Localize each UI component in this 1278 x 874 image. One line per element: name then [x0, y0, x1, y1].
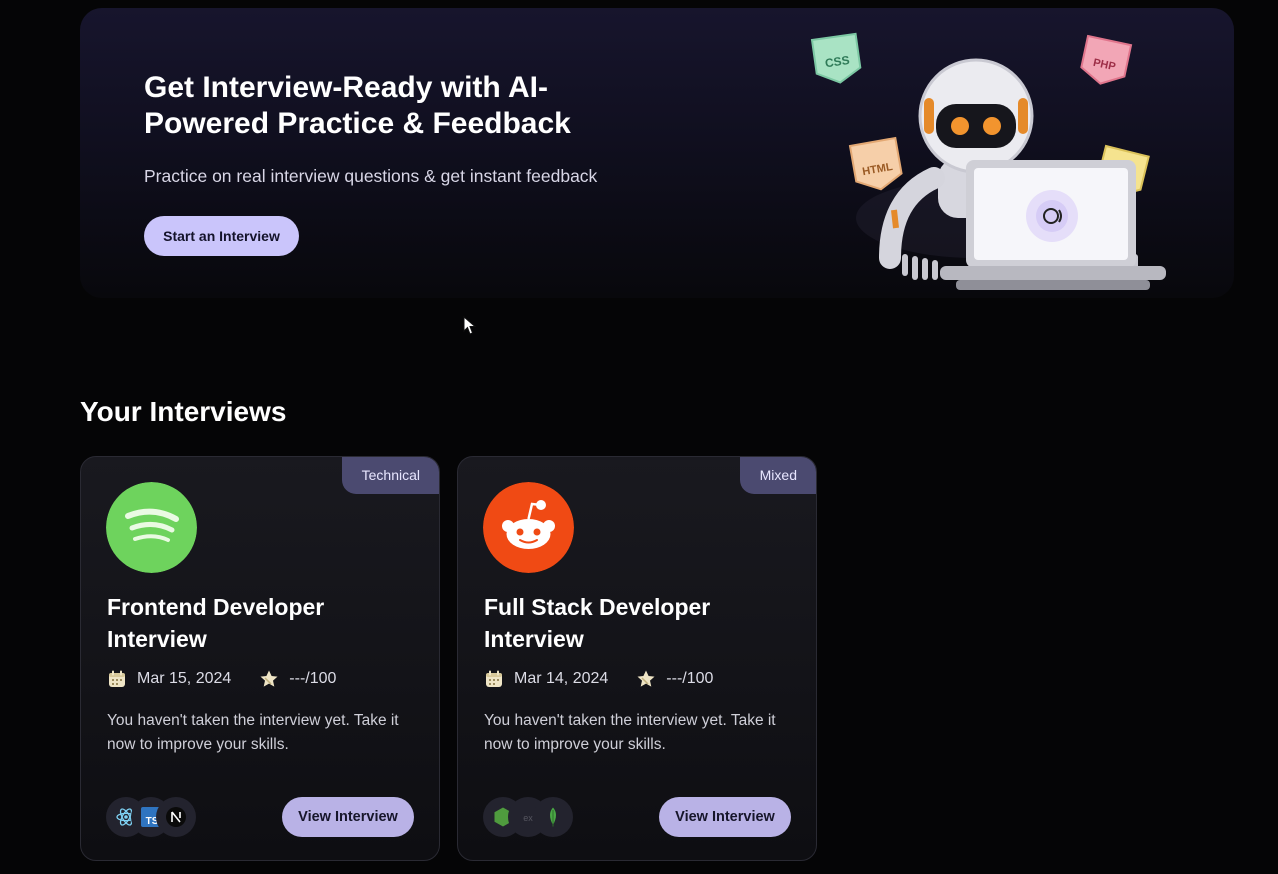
robot-illustration: CSS PHP HTML JS — [810, 32, 1166, 290]
interview-meta: Mar 14, 2024 ---/100 — [484, 667, 713, 691]
interview-date: Mar 15, 2024 — [137, 670, 232, 687]
start-interview-button[interactable]: Start an Interview — [144, 216, 299, 256]
spotify-icon — [106, 482, 197, 573]
tech-stack: TS — [106, 797, 196, 837]
interview-score: ---/100 — [289, 670, 337, 687]
star-icon — [260, 670, 278, 687]
view-interview-button[interactable]: View Interview — [659, 797, 791, 837]
html-tag-icon: HTML — [848, 136, 903, 191]
mongodb-icon — [533, 797, 573, 837]
css-tag-icon: CSS — [810, 32, 862, 84]
star-icon — [637, 670, 655, 687]
interview-card: Mixed Full Stack Developer Interview Mar… — [457, 456, 817, 861]
interview-title: Frontend Developer Interview — [107, 594, 325, 652]
hero-banner: Get Interview-Ready with AI-Powered Prac… — [80, 8, 1234, 298]
view-interview-button[interactable]: View Interview — [282, 797, 414, 837]
interview-date: Mar 14, 2024 — [514, 670, 609, 687]
interview-description: You haven't taken the interview yet. Tak… — [484, 712, 776, 753]
interview-meta: Mar 15, 2024 ---/100 — [107, 667, 336, 691]
interview-card-list: Technical Frontend Developer Interview M… — [80, 456, 820, 862]
hero-subtitle: Practice on real interview questions & g… — [144, 166, 598, 186]
nextjs-icon — [156, 797, 196, 837]
reddit-icon — [483, 482, 574, 573]
interview-type-badge: Technical — [341, 457, 439, 494]
svg-text:ex: ex — [523, 813, 533, 823]
interview-title: Full Stack Developer Interview — [484, 594, 711, 652]
hero-title: Get Interview-Ready with AI-Powered Prac… — [144, 71, 571, 140]
interview-card: Technical Frontend Developer Interview M… — [80, 456, 440, 861]
calendar-icon — [109, 670, 125, 687]
dashboard-page: Get Interview-Ready with AI-Powered Prac… — [0, 0, 1278, 874]
interview-score: ---/100 — [666, 670, 714, 687]
interview-type-badge: Mixed — [739, 457, 816, 494]
calendar-icon — [486, 670, 502, 687]
interview-description: You haven't taken the interview yet. Tak… — [107, 712, 399, 753]
mouse-cursor-icon — [463, 316, 477, 335]
section-title: Your Interviews — [80, 396, 287, 427]
php-tag-icon: PHP — [1080, 34, 1133, 85]
tech-stack: ex — [483, 797, 573, 837]
